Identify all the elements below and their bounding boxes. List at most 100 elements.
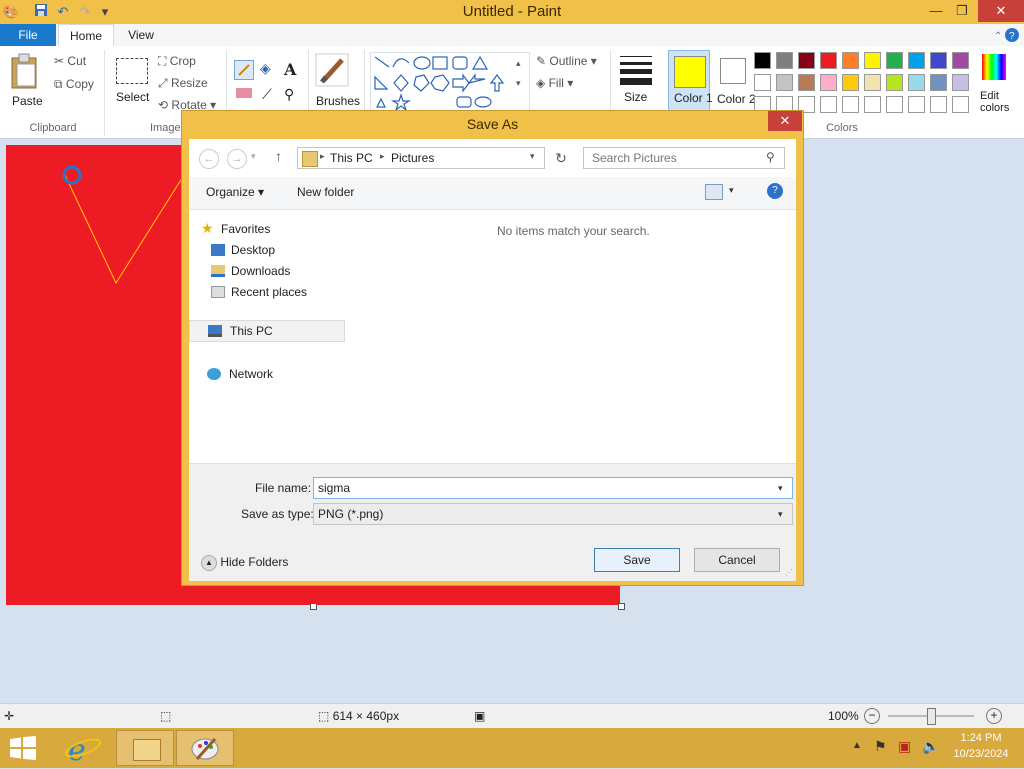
palette-swatch[interactable] [776, 74, 793, 91]
eraser-icon[interactable] [236, 88, 252, 98]
copy-button[interactable]: ⧉ Copy [54, 77, 94, 92]
palette-swatch[interactable] [842, 74, 859, 91]
save-button[interactable]: Save [594, 548, 680, 572]
save-type-select[interactable]: PNG (*.png) ▾ [313, 503, 793, 525]
file-list[interactable]: No items match your search. [349, 210, 796, 472]
show-hidden-icons[interactable]: ▲ [852, 740, 862, 751]
palette-swatch[interactable] [930, 96, 947, 113]
nav-desktop[interactable]: Desktop [231, 243, 275, 257]
palette-swatch[interactable] [908, 74, 925, 91]
back-icon[interactable]: ← [199, 149, 219, 169]
hide-folders-button[interactable]: ▲ Hide Folders [201, 555, 288, 571]
view-options-icon[interactable] [705, 184, 723, 200]
palette-swatch[interactable] [864, 74, 881, 91]
brushes-button[interactable]: Brushes [314, 52, 360, 116]
save-icon[interactable] [32, 3, 50, 21]
file-name-dropdown-icon[interactable]: ▾ [778, 478, 783, 498]
address-dropdown-icon[interactable]: ▾ [530, 151, 535, 162]
palette-swatch[interactable] [930, 74, 947, 91]
address-bar[interactable]: ▸ This PC ▸ Pictures ▾ [297, 147, 545, 169]
paste-button[interactable]: Paste [8, 52, 48, 116]
palette-swatch[interactable] [886, 74, 903, 91]
palette-swatch[interactable] [908, 96, 925, 113]
undo-icon[interactable]: ↶ [54, 3, 72, 21]
maximize-button[interactable]: ❐ [946, 0, 978, 22]
palette-swatch[interactable] [886, 52, 903, 69]
palette-swatch[interactable] [886, 96, 903, 113]
palette-swatch[interactable] [798, 74, 815, 91]
nav-this-pc-row[interactable]: This PC [189, 320, 345, 342]
fill-bucket-icon[interactable]: ◈ [260, 60, 271, 77]
shapes-scroll-up-icon[interactable]: ▴ [516, 58, 521, 69]
organize-button[interactable]: Organize ▾ [206, 185, 264, 199]
resize-button[interactable]: ⤢ Resize [158, 76, 208, 91]
resize-handle[interactable] [310, 603, 317, 610]
color-picker-icon[interactable]: ⟋ [262, 86, 272, 103]
shapes-gallery[interactable] [370, 52, 530, 114]
palette-swatch[interactable] [908, 52, 925, 69]
magnifier-icon[interactable]: ⚲ [284, 86, 294, 103]
palette-swatch[interactable] [930, 52, 947, 69]
paint-app-icon[interactable]: 🎨 [2, 3, 20, 21]
nav-network[interactable]: Network [229, 367, 273, 381]
tab-home[interactable]: Home [58, 24, 114, 48]
dialog-close-button[interactable]: ✕ [768, 111, 802, 131]
resize-grip-icon[interactable]: ⋰ [785, 568, 793, 577]
palette-swatch[interactable] [820, 96, 837, 113]
palette-swatch[interactable] [820, 52, 837, 69]
zoom-out-button[interactable]: − [864, 708, 880, 724]
new-folder-button[interactable]: New folder [297, 185, 354, 199]
palette-swatch[interactable] [754, 74, 771, 91]
zoom-in-button[interactable]: + [986, 708, 1002, 724]
cancel-button[interactable]: Cancel [694, 548, 780, 572]
volume-muted-icon[interactable]: 🔈 [922, 738, 939, 755]
palette-swatch[interactable] [842, 96, 859, 113]
pencil-icon[interactable] [234, 60, 254, 80]
recent-locations-icon[interactable]: ▾ [251, 151, 256, 162]
palette-swatch[interactable] [952, 96, 969, 113]
color1-button[interactable]: Color 1 [668, 50, 713, 116]
help-icon[interactable]: ? [767, 183, 783, 199]
fill-button[interactable]: ◈ Fill ▾ [536, 76, 573, 90]
cut-button[interactable]: ✂ Cut [54, 54, 86, 68]
palette-swatch[interactable] [864, 96, 881, 113]
zoom-slider-thumb[interactable] [927, 708, 936, 725]
nav-downloads[interactable]: Downloads [231, 264, 290, 278]
resize-handle[interactable] [618, 603, 625, 610]
edit-colors-button[interactable]: Edit colors [976, 52, 1012, 118]
action-center-flag-icon[interactable]: ⚑ [874, 738, 887, 755]
search-input[interactable]: Search Pictures ⚲ [583, 147, 785, 169]
help-icon[interactable]: ⌃? [990, 27, 1020, 43]
paint-taskbar-icon[interactable] [176, 730, 234, 766]
palette-swatch[interactable] [842, 52, 859, 69]
customize-icon[interactable]: ▾ [96, 3, 114, 21]
palette-swatch[interactable] [820, 74, 837, 91]
shapes-scroll-down-icon[interactable]: ▾ [516, 78, 521, 89]
size-button[interactable]: Size [618, 54, 654, 114]
nav-recent-places[interactable]: Recent places [231, 285, 307, 299]
network-status-icon[interactable]: ▣ [898, 738, 911, 755]
color2-button[interactable]: Color 2 [714, 50, 756, 116]
text-tool-icon[interactable]: A [284, 60, 296, 79]
redo-icon[interactable]: ↷ [76, 3, 94, 21]
palette-swatch[interactable] [776, 52, 793, 69]
palette-swatch[interactable] [952, 52, 969, 69]
tab-view[interactable]: View [116, 24, 166, 46]
file-explorer-icon[interactable] [116, 730, 174, 766]
up-icon[interactable]: ↑ [275, 148, 282, 164]
select-button[interactable]: Select [114, 56, 150, 116]
breadcrumb-this-pc[interactable]: This PC [330, 151, 373, 165]
nav-favorites[interactable]: Favorites [221, 222, 270, 236]
tab-file[interactable]: File [0, 24, 56, 46]
search-icon[interactable]: ⚲ [766, 150, 775, 164]
clock-time[interactable]: 1:24 PM [958, 732, 1004, 744]
file-name-input[interactable]: sigma ▾ [313, 477, 793, 499]
outline-button[interactable]: ✎ Outline ▾ [536, 54, 597, 68]
view-dropdown-icon[interactable]: ▾ [729, 185, 734, 196]
refresh-icon[interactable]: ↻ [551, 148, 571, 168]
crop-button[interactable]: ⛶ Crop [158, 54, 196, 69]
palette-swatch[interactable] [952, 74, 969, 91]
palette-swatch[interactable] [864, 52, 881, 69]
clock-date[interactable]: 10/23/2024 [950, 748, 1012, 760]
internet-explorer-icon[interactable]: e [54, 730, 112, 768]
